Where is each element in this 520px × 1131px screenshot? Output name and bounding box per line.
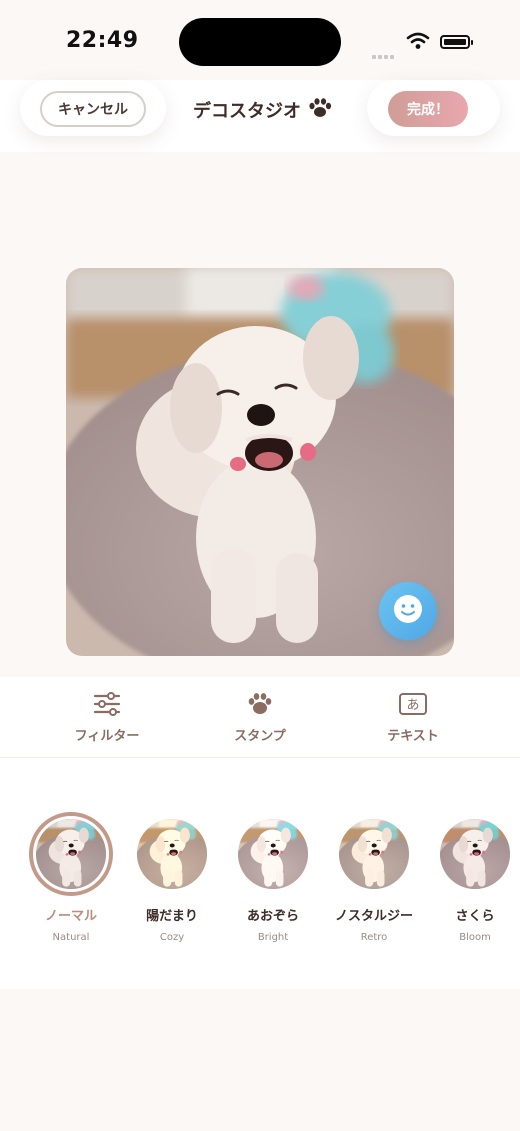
tool-bar: フィルター スタンプ あ テキスト (0, 677, 520, 757)
filter-subtitle: Cozy (159, 932, 185, 943)
tool-text-label: テキスト (387, 729, 439, 744)
filter-subtitle: Natural (52, 932, 90, 943)
page-title: デコスタジオ (193, 101, 301, 122)
filter-thumbnail (231, 812, 315, 896)
battery-icon (440, 35, 473, 49)
filter-retro[interactable]: ノスタルジー Retro (326, 812, 422, 943)
cancel-button[interactable]: キャンセル (40, 91, 146, 127)
status-bar: 22:49 (0, 0, 520, 80)
editor-header: キャンセル デコスタジオ 完成！ (0, 80, 520, 152)
sliders-icon (47, 689, 167, 719)
filter-thumbnail (433, 812, 517, 896)
filter-thumbnail-selected (29, 812, 113, 896)
tool-stamp[interactable]: スタンプ (200, 689, 320, 744)
sticker-button[interactable] (379, 582, 437, 640)
wifi-icon (406, 32, 430, 54)
filter-name: ノーマル (44, 909, 97, 924)
filter-name: あおぞら (246, 909, 299, 924)
done-pill: 完成！ (367, 80, 500, 136)
done-button[interactable]: 完成！ (388, 91, 468, 127)
filter-natural[interactable]: ノーマル Natural (23, 812, 119, 943)
tool-filter-label: フィルター (74, 729, 140, 744)
cellular-signal-icon (372, 44, 396, 63)
filter-thumbnail (130, 812, 214, 896)
filter-bloom[interactable]: さくら Bloom (427, 812, 520, 943)
paw-icon (200, 689, 320, 719)
paw-icon (307, 97, 333, 123)
filter-name: 陽だまり (146, 909, 198, 924)
filter-name: さくら (455, 909, 495, 924)
smiley-icon (392, 593, 424, 629)
filter-subtitle: Bright (257, 932, 289, 943)
tool-text[interactable]: あ テキスト (353, 689, 473, 744)
tool-stamp-label: スタンプ (234, 729, 286, 744)
text-box-icon: あ (353, 689, 473, 719)
status-time: 22:49 (66, 28, 139, 53)
tool-filter[interactable]: フィルター (47, 689, 167, 744)
filter-panel: ノーマル Natural 陽だまり Cozy あおぞら Bright ノスタルジ… (0, 757, 520, 989)
filter-cozy[interactable]: 陽だまり Cozy (124, 812, 220, 943)
filter-name: ノスタルジー (334, 909, 413, 924)
dynamic-island (179, 18, 341, 66)
filter-bright[interactable]: あおぞら Bright (225, 812, 321, 943)
title-group: デコスタジオ (193, 97, 333, 123)
svg-text:あ: あ (406, 698, 419, 713)
filter-subtitle: Retro (360, 932, 388, 943)
filter-subtitle: Bloom (459, 932, 491, 943)
cancel-pill: キャンセル (20, 80, 166, 136)
filter-thumbnail (332, 812, 416, 896)
